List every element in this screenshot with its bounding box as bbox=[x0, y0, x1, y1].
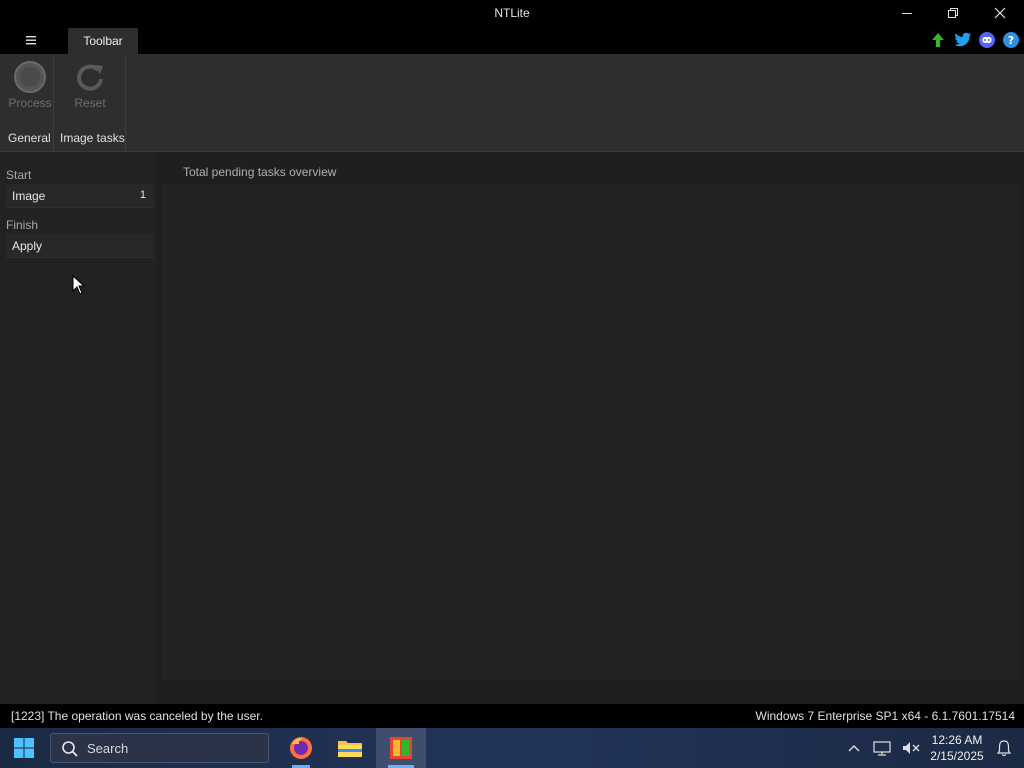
tray-volume-button[interactable] bbox=[900, 737, 922, 759]
restore-icon bbox=[948, 8, 958, 18]
taskbar-search-box[interactable]: Search bbox=[50, 733, 269, 763]
process-label: Process bbox=[8, 96, 52, 110]
mouse-cursor-icon bbox=[72, 275, 86, 295]
process-button[interactable]: Process bbox=[2, 60, 58, 114]
process-icon bbox=[14, 61, 46, 93]
minimize-button[interactable] bbox=[884, 0, 930, 26]
taskbar-ntlite[interactable] bbox=[377, 728, 425, 768]
menu-button[interactable] bbox=[16, 29, 46, 51]
search-placeholder: Search bbox=[87, 741, 129, 756]
task-count-badge: 1 bbox=[139, 189, 146, 201]
section-finish: Finish bbox=[6, 218, 39, 232]
ntlite-icon bbox=[390, 737, 412, 759]
title-bar: NTLite bbox=[0, 0, 1024, 26]
folder-icon bbox=[338, 741, 362, 757]
reset-label: Reset bbox=[74, 96, 106, 110]
arrow-up-icon bbox=[932, 33, 944, 47]
help-icon: ? bbox=[1003, 32, 1019, 48]
sidebar-item-apply[interactable]: Apply bbox=[6, 234, 154, 258]
sidebar-item-label: Apply bbox=[12, 238, 43, 253]
windows-logo-icon bbox=[14, 738, 34, 758]
sidebar-item-label: Image bbox=[12, 188, 46, 203]
discord-button[interactable] bbox=[977, 30, 997, 50]
twitter-button[interactable] bbox=[953, 30, 973, 50]
reset-icon bbox=[77, 64, 103, 91]
clock-date: 2/15/2025 bbox=[930, 749, 984, 763]
close-icon bbox=[994, 7, 1006, 19]
os-info: Windows 7 Enterprise SP1 x64 - 6.1.7601.… bbox=[755, 709, 1016, 723]
help-button[interactable]: ? bbox=[1001, 30, 1021, 50]
update-button[interactable] bbox=[928, 30, 948, 50]
ribbon: Process General Reset Image tasks bbox=[0, 54, 1024, 152]
pending-tasks-list[interactable] bbox=[162, 184, 1020, 679]
chevron-up-icon bbox=[848, 745, 860, 752]
main-panel: Total pending tasks overview bbox=[156, 153, 1024, 704]
taskbar-firefox[interactable] bbox=[277, 728, 325, 768]
start-button[interactable] bbox=[0, 728, 48, 768]
status-message: [1223] The operation was canceled by the… bbox=[11, 709, 263, 723]
clock-time: 12:26 AM bbox=[931, 733, 983, 747]
search-icon bbox=[62, 741, 78, 757]
hamburger-icon bbox=[26, 36, 36, 45]
panel-title: Total pending tasks overview bbox=[183, 165, 337, 179]
bell-icon bbox=[996, 740, 1012, 757]
restore-button[interactable] bbox=[930, 0, 976, 26]
firefox-icon bbox=[290, 737, 312, 759]
sidebar-item-image[interactable]: Image 1 bbox=[6, 184, 154, 208]
taskbar-clock[interactable]: 12:26 AM 2/15/2025 bbox=[924, 732, 990, 764]
section-start: Start bbox=[6, 168, 32, 182]
close-button[interactable] bbox=[977, 0, 1023, 26]
taskbar: Search 12:26 AM 2/15/2025 bbox=[0, 728, 1024, 768]
tray-network-button[interactable] bbox=[871, 737, 893, 759]
network-icon bbox=[873, 741, 891, 756]
volume-muted-icon bbox=[903, 742, 920, 754]
ribbon-group-image-tasks: Reset Image tasks bbox=[54, 54, 126, 152]
notification-button[interactable] bbox=[993, 737, 1015, 759]
minimize-icon bbox=[902, 13, 912, 14]
tab-toolbar[interactable]: Toolbar bbox=[68, 28, 138, 54]
tray-overflow-button[interactable] bbox=[843, 737, 865, 759]
window-title: NTLite bbox=[494, 6, 530, 20]
ribbon-group-general: Process General bbox=[0, 54, 54, 152]
reset-button[interactable]: Reset bbox=[62, 60, 118, 114]
sidebar: Start Image 1 Finish Apply bbox=[0, 153, 156, 704]
group-label-general: General bbox=[8, 131, 51, 145]
status-bar: [1223] The operation was canceled by the… bbox=[0, 704, 1024, 728]
group-label-image-tasks: Image tasks bbox=[60, 131, 125, 145]
discord-icon bbox=[979, 32, 995, 48]
twitter-icon bbox=[954, 32, 972, 47]
svg-text:?: ? bbox=[1008, 34, 1014, 47]
tab-row: Toolbar ? bbox=[0, 26, 1024, 54]
taskbar-file-explorer[interactable] bbox=[326, 728, 374, 768]
